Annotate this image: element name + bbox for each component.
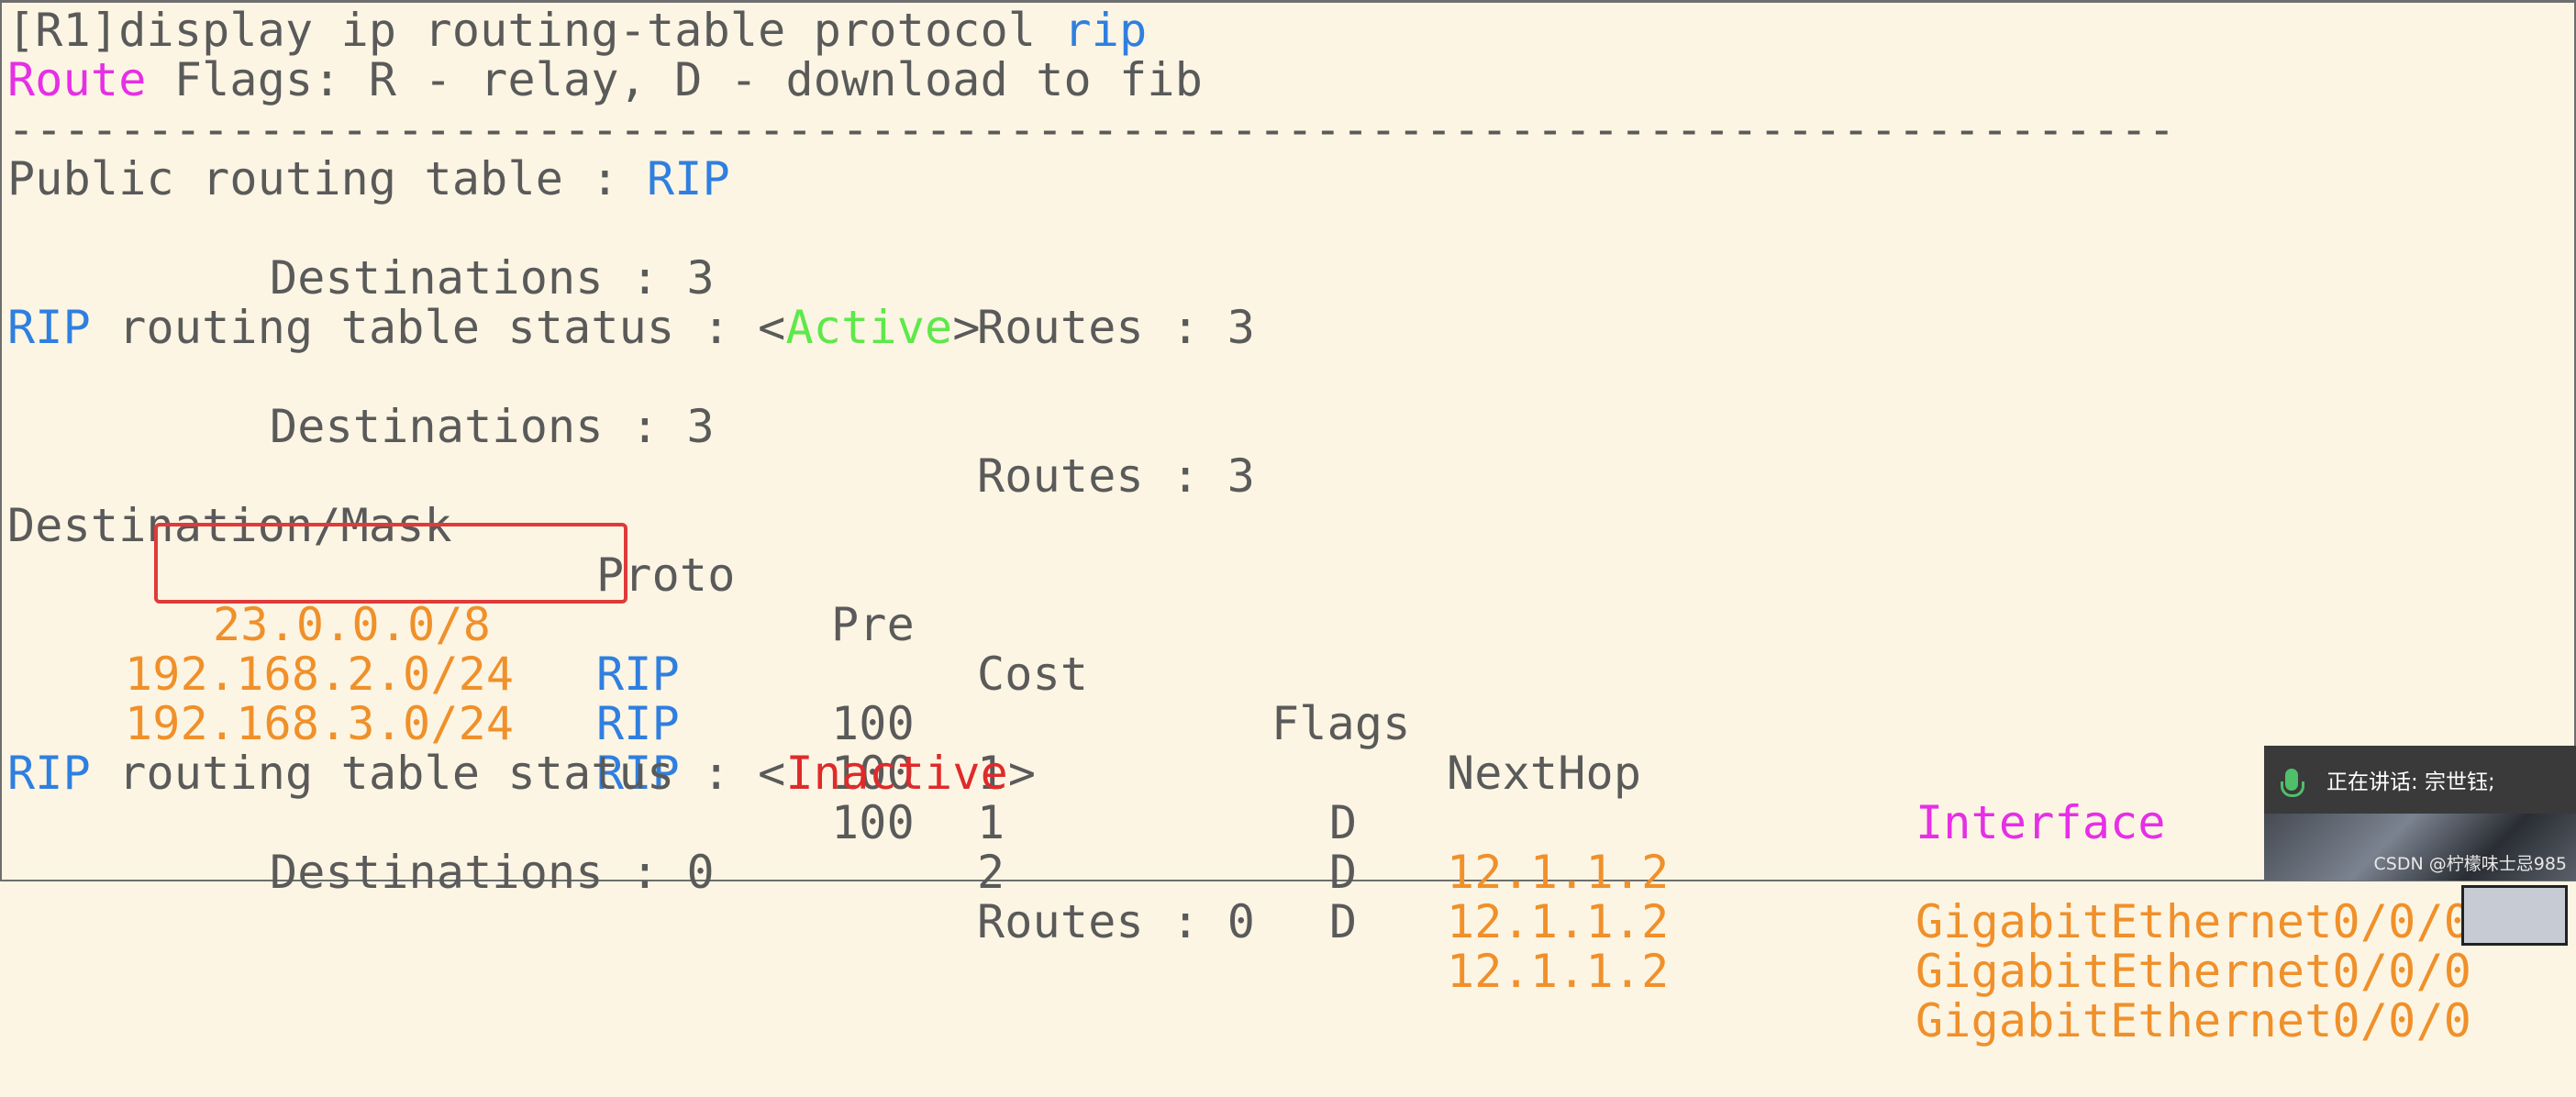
inactive-status-rip: RIP (7, 747, 91, 800)
public-table-protocol: RIP (646, 152, 730, 205)
destinations-label: Destinations : (270, 400, 687, 453)
meeting-overlay: 正在讲话: 宗世钰; CSDN @柠檬味士忌985 (2264, 746, 2576, 946)
destinations-label: Destinations : (270, 846, 687, 899)
active-status-state: Active (785, 301, 953, 354)
inactive-routes: Routes : 0 (977, 897, 1255, 947)
active-destinations: Destinations : 3 (270, 402, 715, 451)
routes-label: Routes : (977, 301, 1227, 354)
routes-label: Routes : (977, 895, 1227, 948)
destinations-label: Destinations : (270, 251, 687, 305)
inactive-destinations: Destinations : 0 (270, 848, 715, 897)
public-table-label: Public routing table : (7, 152, 647, 205)
active-status-label: routing table status : < (90, 301, 786, 354)
speaking-text: 正在讲话: 宗世钰; (2326, 770, 2495, 794)
public-destinations: Destinations : 3 (270, 253, 715, 303)
inactive-status-state: Inactive (785, 747, 1008, 800)
command-line: [R1]display ip routing-table protocol ri… (7, 6, 1147, 55)
active-status-rip: RIP (7, 301, 91, 354)
video-window-shape (2461, 885, 2568, 946)
destinations-count: 3 (686, 400, 715, 453)
routes-count: 0 (1227, 895, 1256, 948)
destinations-count: 3 (686, 251, 715, 305)
public-routes: Routes : 3 (977, 303, 1255, 352)
flags-legend-text: Flags: R - relay, D - download to fib (146, 53, 1204, 106)
routes-count: 3 (1227, 301, 1256, 354)
flags-legend-route: Route (7, 53, 147, 106)
destinations-count: 0 (686, 846, 715, 899)
public-table-line: Public routing table : RIP (7, 154, 730, 204)
command-prompt: [R1]display ip routing-table protocol (7, 4, 1064, 57)
route-interface: GigabitEthernet0/0/0 (1915, 994, 2472, 1047)
command-keyword: rip (1063, 4, 1148, 57)
highlight-box (154, 523, 627, 604)
inactive-summary-line: Destinations : 0 Routes : 0 (7, 798, 1842, 996)
csdn-watermark: CSDN @柠檬味士忌985 (2373, 854, 2567, 874)
speaking-indicator: 正在讲话: 宗世钰; (2264, 746, 2576, 814)
active-status-line: RIP routing table status : <Active> (7, 303, 981, 352)
flags-legend-line: Route Flags: R - relay, D - download to … (7, 55, 1203, 105)
video-thumbnail[interactable]: CSDN @柠檬味士忌985 (2264, 814, 2576, 946)
microphone-icon[interactable] (2264, 746, 2319, 814)
inactive-status-close: > (1007, 747, 1037, 800)
separator-line: ----------------------------------------… (7, 103, 2176, 156)
inactive-status-line: RIP routing table status : <Inactive> (7, 748, 1036, 798)
active-status-close: > (952, 301, 981, 354)
route-destination: 192.168.3.0/24 (125, 697, 515, 750)
inactive-status-label: routing table status : < (90, 747, 786, 800)
